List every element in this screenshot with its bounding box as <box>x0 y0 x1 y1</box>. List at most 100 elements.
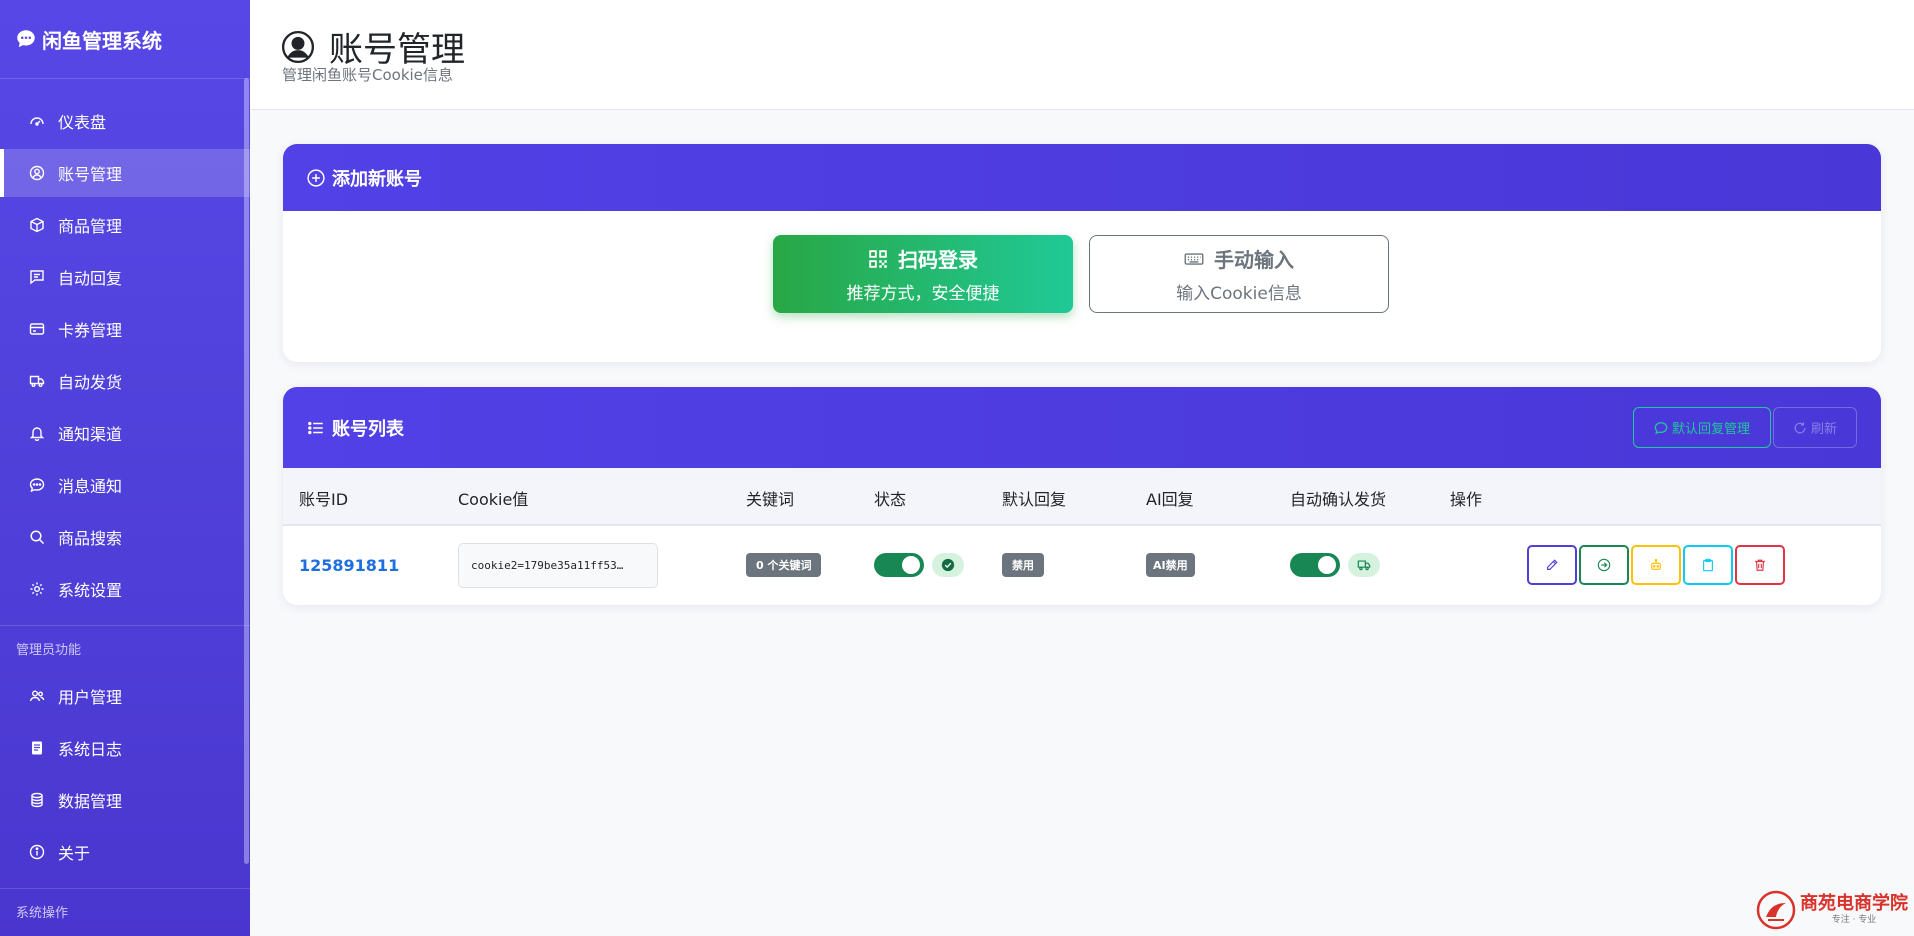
users-icon <box>28 687 46 705</box>
add-account-header: 添加新账号 <box>283 144 1881 211</box>
sidebar-item-data-management[interactable]: 数据管理 <box>0 776 250 824</box>
edit-button[interactable] <box>1527 545 1577 585</box>
ai-settings-button[interactable] <box>1631 545 1681 585</box>
add-account-title: 添加新账号 <box>332 168 422 190</box>
gear-icon <box>28 580 46 598</box>
login-button[interactable] <box>1579 545 1629 585</box>
manual-input-label: 手动输入 <box>1184 244 1294 273</box>
auto-confirm-toggle[interactable] <box>1290 553 1340 577</box>
default-reply-button[interactable]: 默认回复管理 <box>1633 407 1771 448</box>
cell-default-reply: 禁用 <box>1002 526 1044 604</box>
col-status[interactable]: 状态 <box>874 486 906 510</box>
truck-icon <box>28 372 46 390</box>
list-header-actions: 默认回复管理 刷新 <box>1633 407 1857 448</box>
user-circle-icon <box>28 164 46 182</box>
default-reply-badge: 禁用 <box>1002 553 1044 577</box>
refresh-icon <box>1794 421 1806 433</box>
watermark-seal-icon <box>1756 890 1796 930</box>
sidebar-item-users[interactable]: 用户管理 <box>0 672 250 720</box>
col-ai-reply[interactable]: AI回复 <box>1146 486 1194 510</box>
add-account-card: 添加新账号 扫码登录 推荐方式，安全便捷 手动输入 输入Cookie信息 <box>283 144 1881 362</box>
account-id-link[interactable]: 125891811 <box>299 556 399 575</box>
sidebar-item-label: 用户管理 <box>58 688 123 707</box>
message-icon <box>28 268 46 286</box>
sidebar-item-label: 关于 <box>58 844 91 863</box>
sidebar-item-cards[interactable]: 卡券管理 <box>0 305 250 353</box>
col-cookie[interactable]: Cookie值 <box>458 486 528 510</box>
sidebar-item-notify-channels[interactable]: 通知渠道 <box>0 409 250 457</box>
sidebar-item-auto-reply[interactable]: 自动回复 <box>0 253 250 301</box>
account-list-title: 账号列表 <box>332 418 404 440</box>
cell-status <box>874 526 964 604</box>
keyboard-icon <box>1184 252 1204 265</box>
brand[interactable]: 闲鱼管理系统 <box>0 0 250 79</box>
qr-login-button[interactable]: 扫码登录 推荐方式，安全便捷 <box>773 235 1073 313</box>
chat-bubble-icon <box>17 30 35 48</box>
sidebar-item-accounts[interactable]: 账号管理 <box>0 149 250 197</box>
watermark-text: 商苑电商学院 专注 · 专业 <box>1800 894 1908 926</box>
page-header: 账号管理 管理闲鱼账号Cookie信息 <box>250 0 1914 110</box>
watermark-logo: 商苑电商学院 专注 · 专业 <box>1756 888 1911 932</box>
robot-icon <box>1651 558 1661 570</box>
manual-input-button[interactable]: 手动输入 输入Cookie信息 <box>1089 235 1389 313</box>
sidebar: 闲鱼管理系统 仪表盘 账号管理 商品管理 自动回复 卡券管理 自动发货 通知渠道… <box>0 0 250 936</box>
sidebar-scrollbar[interactable] <box>244 78 249 864</box>
ops-section-title: 系统操作 <box>16 906 69 921</box>
brand-title: 闲鱼管理系统 <box>42 28 162 53</box>
sidebar-item-dashboard[interactable]: 仪表盘 <box>0 97 250 145</box>
watermark-main-text: 商苑电商学院 <box>1800 893 1908 914</box>
cookie-value[interactable]: cookie2=179be35a11ff53… <box>458 542 658 588</box>
box-icon <box>28 216 46 234</box>
cell-auto-confirm <box>1290 526 1380 604</box>
cell-keywords: 0 个关键词 <box>746 526 822 604</box>
col-account-id[interactable]: 账号ID <box>299 486 348 510</box>
sidebar-item-about[interactable]: 关于 <box>0 828 250 876</box>
qr-login-sub: 推荐方式，安全便捷 <box>846 284 1000 304</box>
delete-button[interactable] <box>1735 545 1785 585</box>
sidebar-item-auto-delivery[interactable]: 自动发货 <box>0 357 250 405</box>
status-toggle[interactable] <box>874 553 924 577</box>
dashboard-icon <box>28 112 46 130</box>
sidebar-nav: 仪表盘 账号管理 商品管理 自动回复 卡券管理 自动发货 通知渠道 消息通知 商… <box>0 79 250 925</box>
col-actions[interactable]: 操作 <box>1450 486 1482 510</box>
sidebar-item-label: 卡券管理 <box>58 321 123 340</box>
col-auto-confirm[interactable]: 自动确认发货 <box>1290 486 1386 510</box>
user-circle-icon <box>281 30 315 63</box>
check-circle-icon <box>941 558 955 572</box>
refresh-button[interactable]: 刷新 <box>1773 407 1857 448</box>
col-default-reply[interactable]: 默认回复 <box>1002 486 1066 510</box>
clipboard-icon <box>1703 558 1713 572</box>
account-list-card: 账号列表 默认回复管理 刷新 账号ID Cookie值 关键词 状态 默认回复 … <box>283 387 1881 605</box>
qr-code-icon <box>869 249 887 268</box>
status-indicator <box>932 553 964 577</box>
sidebar-item-label: 系统设置 <box>58 581 123 600</box>
search-icon <box>28 528 46 546</box>
cell-ai-reply: AI禁用 <box>1146 526 1195 604</box>
chat-dots-icon <box>28 476 46 494</box>
info-icon <box>28 843 46 861</box>
sidebar-item-label: 自动回复 <box>58 269 123 288</box>
cell-cookie: cookie2=179be35a11ff53… <box>458 526 658 604</box>
trash-icon <box>1755 559 1765 571</box>
sidebar-item-label: 自动发货 <box>58 373 123 392</box>
sidebar-divider <box>0 888 250 889</box>
list-icon <box>308 421 323 434</box>
plus-circle-icon <box>307 168 325 187</box>
sidebar-item-label: 账号管理 <box>58 165 123 184</box>
table-header: 账号ID Cookie值 关键词 状态 默认回复 AI回复 自动确认发货 操作 <box>283 468 1881 526</box>
sidebar-divider <box>0 625 250 626</box>
col-keywords[interactable]: 关键词 <box>746 486 794 510</box>
sidebar-item-settings[interactable]: 系统设置 <box>0 565 250 613</box>
sidebar-item-products[interactable]: 商品管理 <box>0 201 250 249</box>
page-subtitle: 管理闲鱼账号Cookie信息 <box>282 66 453 84</box>
pencil-icon <box>1547 559 1558 570</box>
arrow-circle-right-icon <box>1597 558 1611 572</box>
database-icon <box>28 791 46 809</box>
sidebar-item-message-notify[interactable]: 消息通知 <box>0 461 250 509</box>
copy-button[interactable] <box>1683 545 1733 585</box>
sidebar-item-label: 商品管理 <box>58 217 123 236</box>
sidebar-item-system-log[interactable]: 系统日志 <box>0 724 250 772</box>
qr-login-label: 扫码登录 <box>868 244 978 273</box>
table-row: 125891811 cookie2=179be35a11ff53… 0 个关键词… <box>283 526 1881 604</box>
sidebar-item-product-search[interactable]: 商品搜索 <box>0 513 250 561</box>
